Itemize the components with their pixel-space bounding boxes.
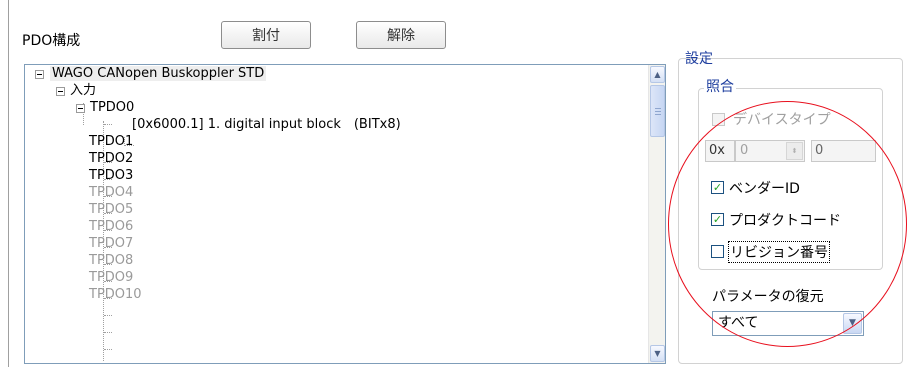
product-code-checkbox[interactable]: ✓ [711,213,724,226]
pdo-tree[interactable]: WAGO CANopen Buskoppler STD 入力 TPDO0 [0x… [24,64,666,364]
tree-tpdo2[interactable]: TPDO2 [89,150,133,167]
revision-checkbox[interactable] [711,245,724,258]
tree-tpdo9[interactable]: TPDO9 [89,269,133,286]
pdo-settings-screen: PDO構成 割付 解除 WAGO CANopen Buskoppler STD … [0,0,911,367]
tree-tpdo8[interactable]: TPDO8 [89,252,133,269]
device-type-label: デバイスタイプ [733,112,831,128]
scroll-down-icon[interactable]: ▼ [650,345,665,362]
restore-selected-value: すべて [718,315,759,331]
tree-input[interactable]: 入力 [70,82,96,99]
tree-scrollbar[interactable]: ▲ ▼ [648,65,665,363]
tree-tpdo7[interactable]: TPDO7 [89,235,133,252]
match-title: 照合 [704,76,736,96]
left-divider [8,0,9,367]
spinner-icon[interactable]: ⬍ [786,142,803,160]
device-type-secondary-value[interactable]: 0 [811,140,876,162]
tree-tpdo0-entry[interactable]: [0x6000.1] 1. digital input block (BITx8… [132,116,401,133]
scroll-thumb[interactable] [650,85,665,137]
vendor-id-label: ベンダーID [729,181,800,197]
vendor-id-checkbox[interactable]: ✓ [711,181,724,194]
revision-label: リビジョン番号 [728,241,830,263]
tree-tpdo4[interactable]: TPDO4 [89,184,133,201]
scroll-up-icon[interactable]: ▲ [650,66,665,83]
tree-tpdo5[interactable]: TPDO5 [89,201,133,218]
restore-params-label: パラメータの復元 [712,289,824,305]
assign-button[interactable]: 割付 [221,21,311,49]
restore-params-select[interactable]: すべて ▼ [712,311,864,336]
product-code-label: プロダクトコード [729,213,841,229]
collapse-root-icon[interactable] [35,70,44,79]
tree-tpdo0[interactable]: TPDO0 [90,99,134,116]
collapse-tpdo0-icon[interactable] [76,104,85,113]
collapse-input-icon[interactable] [56,87,65,96]
tree-root[interactable]: WAGO CANopen Buskoppler STD [50,65,267,82]
tree-tpdo10[interactable]: TPDO10 [89,286,142,303]
settings-title: 設定 [685,51,713,67]
chevron-down-icon[interactable]: ▼ [843,313,862,334]
release-button[interactable]: 解除 [356,21,446,49]
tree-tpdo6[interactable]: TPDO6 [89,218,133,235]
hex-prefix: 0x [705,140,735,162]
tree-tpdo1[interactable]: TPDO1 [89,133,133,150]
pdo-config-title: PDO構成 [22,33,81,49]
device-type-checkbox[interactable] [712,113,725,126]
tree-tpdo3[interactable]: TPDO3 [89,167,133,184]
